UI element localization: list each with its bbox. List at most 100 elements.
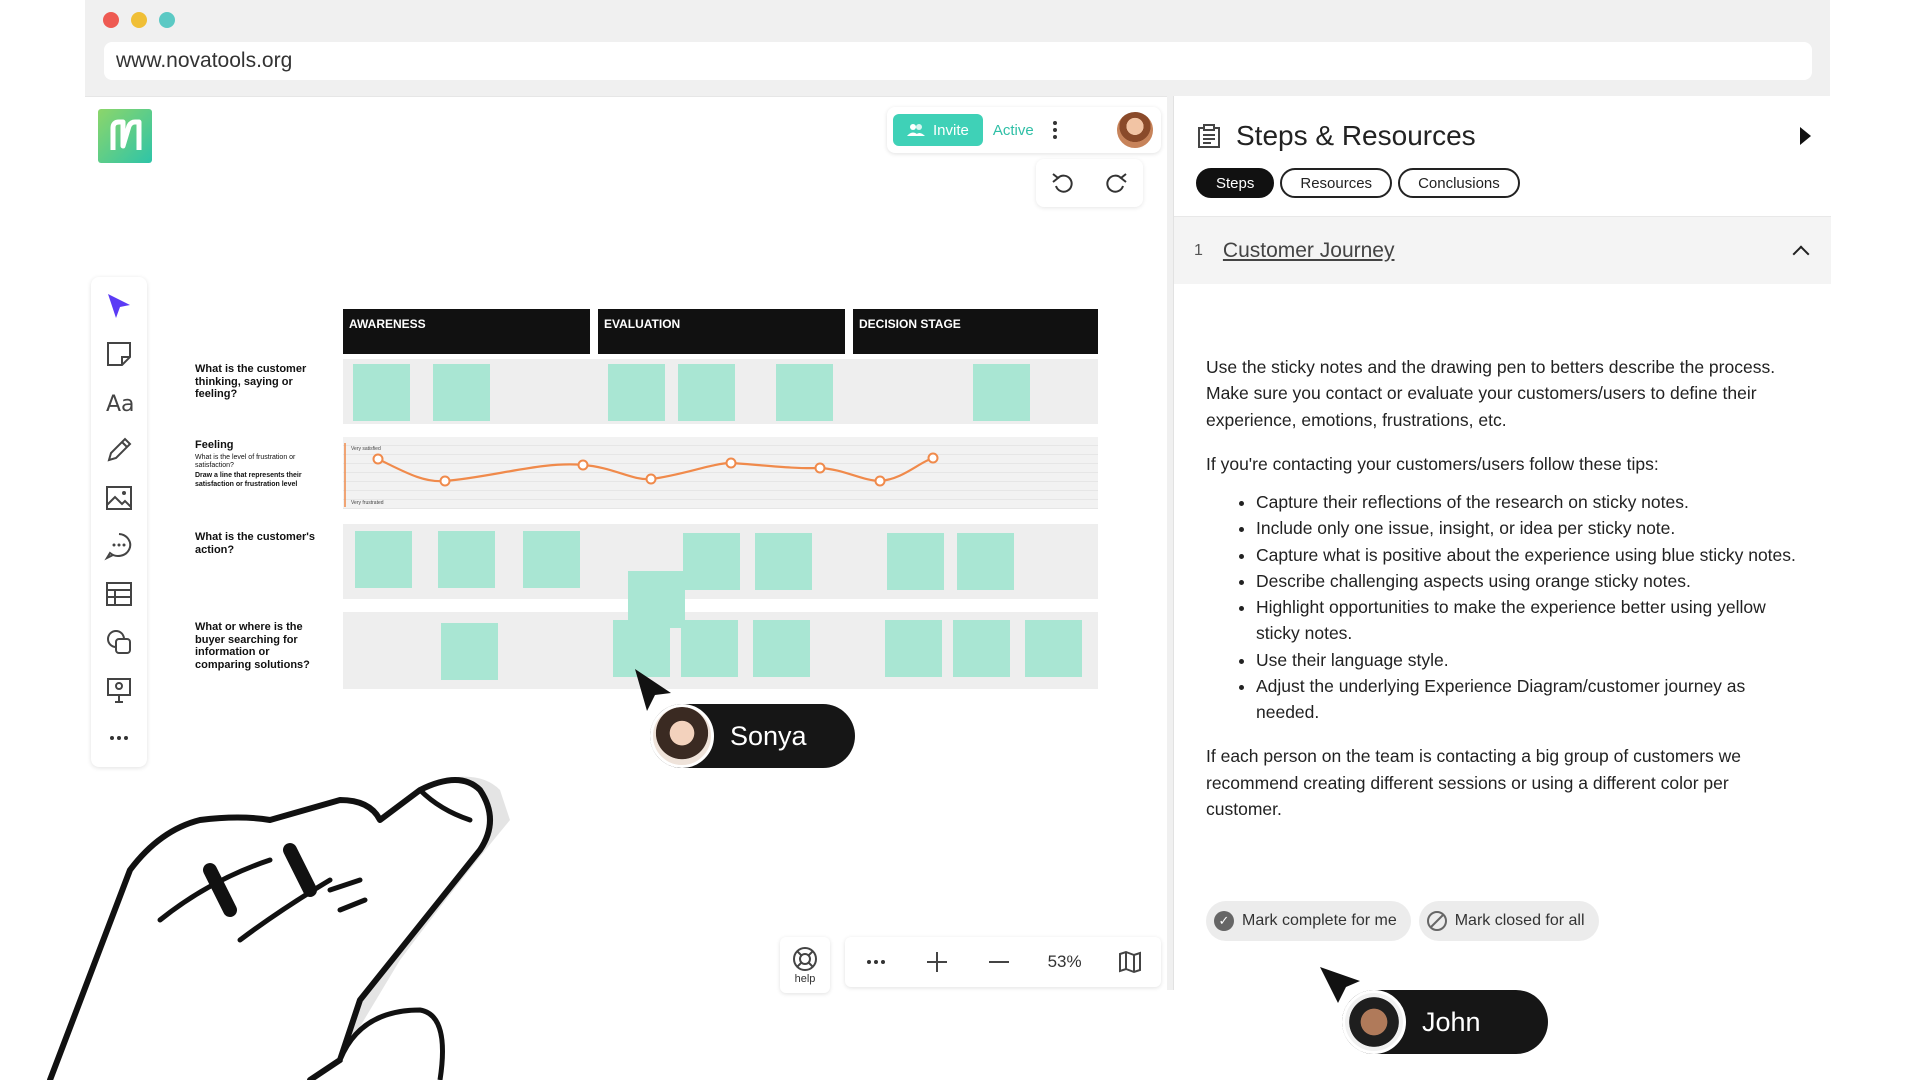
chart-point [645, 473, 657, 485]
minimap-icon[interactable] [1117, 949, 1143, 975]
mark-closed-button[interactable]: Mark closed for all [1418, 901, 1599, 941]
customer-journey-board[interactable]: AWARENESS EVALUATION DECISION STAGE What… [195, 309, 1120, 689]
table-tool[interactable] [102, 577, 136, 611]
sticky-note[interactable] [753, 620, 810, 677]
panel-header: Steps & Resources [1196, 116, 1811, 156]
help-label: help [794, 973, 816, 985]
satisfaction-line-chart[interactable]: Very satisfied Very frustrated [343, 441, 1098, 509]
tab-conclusions[interactable]: Conclusions [1398, 168, 1520, 198]
check-circle-icon: ✓ [1214, 911, 1234, 931]
undo-icon[interactable] [1050, 170, 1076, 196]
sticky-note[interactable] [953, 620, 1010, 677]
ban-icon [1426, 911, 1447, 931]
sticky-note[interactable] [1025, 620, 1082, 677]
pen-tool[interactable] [102, 433, 136, 467]
sticky-note[interactable] [885, 620, 942, 677]
chart-point [372, 453, 384, 465]
invite-label: Invite [933, 121, 969, 139]
tip-item: Include only one issue, insight, or idea… [1256, 515, 1796, 541]
pointer-icon [108, 294, 130, 318]
text-tool[interactable]: Aa [102, 385, 136, 419]
mark-complete-label: Mark complete for me [1242, 912, 1397, 929]
sticky-note[interactable] [678, 364, 735, 421]
mark-complete-button[interactable]: ✓ Mark complete for me [1206, 901, 1411, 941]
step-number: 1 [1194, 241, 1203, 259]
invite-button[interactable]: Invite [893, 114, 983, 146]
row-label-action: What is the customer's action? [195, 531, 315, 556]
tip-item: Highlight opportunities to make the expe… [1256, 594, 1796, 647]
sticky-note[interactable] [441, 623, 498, 680]
sticky-note[interactable] [681, 620, 738, 677]
sticky-note[interactable] [433, 364, 490, 421]
lane-thinking[interactable] [343, 359, 1098, 424]
tab-resources[interactable]: Resources [1280, 168, 1393, 198]
zoom-out-icon[interactable] [986, 949, 1012, 975]
sticky-note-floating[interactable] [628, 571, 685, 628]
row-label-feeling: Feeling What is the level of frustration… [195, 439, 325, 489]
user-avatar[interactable] [1115, 110, 1155, 150]
chart-point [725, 457, 737, 469]
left-toolbar: Aa [91, 277, 147, 767]
table-icon [106, 582, 132, 606]
hand-illustration [47, 776, 510, 1080]
sticky-note[interactable] [683, 533, 740, 590]
collapse-panel-icon[interactable] [1800, 127, 1811, 145]
stage-header-evaluation: EVALUATION [598, 309, 845, 354]
shapes-tool[interactable] [102, 625, 136, 659]
sticky-note[interactable] [973, 364, 1030, 421]
chart-point [577, 459, 589, 471]
mark-closed-label: Mark closed for all [1454, 912, 1585, 929]
sticky-note[interactable] [957, 533, 1014, 590]
help-button[interactable]: help [780, 937, 830, 993]
chevron-up-icon[interactable] [1792, 245, 1810, 262]
sticky-note[interactable] [608, 364, 665, 421]
sticky-note[interactable] [353, 364, 410, 421]
users-icon [907, 124, 925, 136]
stage-header-awareness: AWARENESS [343, 309, 590, 354]
select-tool[interactable] [102, 289, 136, 323]
active-status[interactable]: Active [993, 122, 1034, 139]
text-icon: Aa [106, 392, 134, 417]
address-bar[interactable]: www.novatools.org [104, 42, 1812, 80]
tab-steps[interactable]: Steps [1196, 168, 1275, 198]
lane-action[interactable] [343, 524, 1098, 599]
sticky-note-tool[interactable] [102, 337, 136, 371]
step-title-link[interactable]: Customer Journey [1223, 239, 1395, 263]
step-description: Use the sticky notes and the drawing pen… [1206, 354, 1796, 840]
more-tools[interactable] [102, 721, 136, 755]
presentation-tool[interactable] [102, 673, 136, 707]
chart-point [874, 475, 886, 487]
zoom-in-icon[interactable] [924, 949, 950, 975]
maximize-window-button[interactable] [159, 12, 175, 28]
app-logo[interactable] [98, 109, 152, 163]
sticky-note[interactable] [755, 533, 812, 590]
panel-title: Steps & Resources [1236, 120, 1476, 151]
svg-text:Aa: Aa [106, 392, 134, 417]
more-options-icon[interactable] [863, 949, 889, 975]
window-controls [103, 12, 175, 28]
sonya-name: Sonya [730, 720, 807, 751]
tips-intro: If you're contacting your customers/user… [1206, 453, 1659, 474]
redo-icon[interactable] [1103, 170, 1129, 196]
clipboard-icon [1198, 124, 1220, 148]
comment-tool[interactable] [102, 529, 136, 563]
recommendation-paragraph: If each person on the team is contacting… [1206, 746, 1742, 819]
minimize-window-button[interactable] [131, 12, 147, 28]
sticky-note[interactable] [523, 531, 580, 588]
sticky-note[interactable] [355, 531, 412, 588]
sticky-note[interactable] [776, 364, 833, 421]
tip-item: Describe challenging aspects using orang… [1256, 568, 1796, 594]
sticky-note[interactable] [438, 531, 495, 588]
sonya-avatar [650, 704, 714, 768]
sticky-note[interactable] [887, 533, 944, 590]
step-section-header[interactable]: 1 Customer Journey [1174, 216, 1831, 284]
image-tool[interactable] [102, 481, 136, 515]
more-options-icon[interactable] [1044, 121, 1066, 139]
lane-searching[interactable] [343, 612, 1098, 689]
chart-point [439, 475, 451, 487]
tip-item: Use their language style. [1256, 647, 1796, 673]
close-window-button[interactable] [103, 12, 119, 28]
zoom-level[interactable]: 53% [1048, 952, 1082, 972]
sonya-pointer-icon [635, 669, 671, 711]
more-icon [110, 736, 128, 740]
